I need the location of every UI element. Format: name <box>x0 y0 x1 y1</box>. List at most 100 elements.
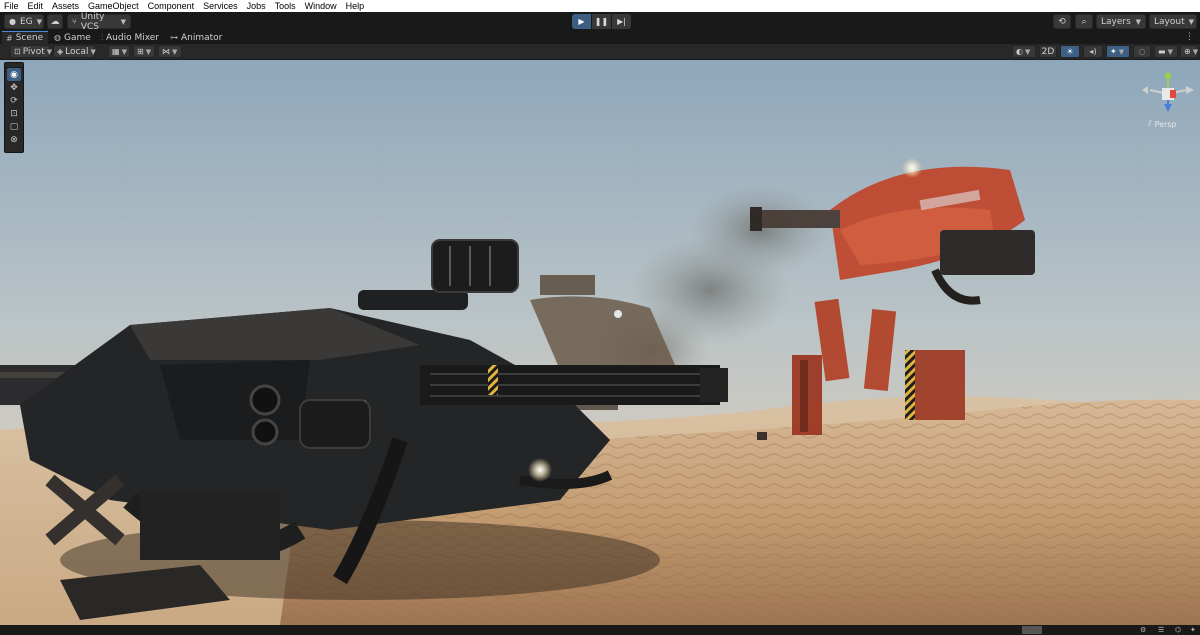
layers-label: Layers <box>1101 16 1131 27</box>
chevron-down-icon: ▼ <box>1192 47 1199 56</box>
lightbulb-icon: ☀ <box>1066 47 1074 56</box>
view-tool-button[interactable]: ◉ <box>7 68 21 81</box>
menu-file[interactable]: File <box>4 0 19 12</box>
menu-assets[interactable]: Assets <box>52 0 79 12</box>
progress-indicator <box>1022 626 1042 634</box>
local-icon: ◈ <box>57 47 64 56</box>
settings-icon[interactable]: ✦ <box>1190 626 1196 634</box>
chevron-down-icon: ▼ <box>1188 17 1194 26</box>
snap-icon: ⊞ <box>137 47 144 56</box>
play-button[interactable]: ▶ <box>572 14 591 29</box>
move-tool-button[interactable]: ✥ <box>7 81 21 94</box>
projection-toggle[interactable]: ⫽ Persp <box>1148 119 1177 129</box>
mixer-icon: ⫶ <box>101 32 103 42</box>
menu-tools[interactable]: Tools <box>275 0 296 12</box>
layout-dropdown[interactable]: Layout ▼ <box>1149 14 1197 29</box>
menu-services[interactable]: Services <box>203 0 238 12</box>
tab-audio-mixer[interactable]: ⫶ Audio Mixer <box>97 31 165 44</box>
tab-scene[interactable]: # Scene <box>2 31 48 44</box>
pivot-dropdown[interactable]: ⊡ Pivot ▼ <box>10 45 53 58</box>
vcs-dropdown[interactable]: ⑂ Unity VCS ▼ <box>67 11 131 32</box>
history-button[interactable]: ⟲ <box>1053 14 1071 29</box>
eye-icon: ◉ <box>10 69 18 80</box>
bug-icon[interactable]: ⚙ <box>1140 626 1146 634</box>
chevron-down-icon: ▼ <box>46 47 53 56</box>
chevron-down-icon: ▼ <box>1024 47 1031 56</box>
tab-animator[interactable]: ⊶ Animator <box>166 31 226 44</box>
persp-label: Persp <box>1154 119 1177 129</box>
pause-button[interactable]: ❚❚ <box>592 14 611 29</box>
rotate-icon: ⟳ <box>10 95 18 106</box>
chevron-down-icon: ▼ <box>145 47 152 56</box>
view-tabs: # Scene ◍ Game ⫶ Audio Mixer ⊶ Animator … <box>0 31 1200 44</box>
menu-edit[interactable]: Edit <box>28 0 44 12</box>
hidden-objects-toggle[interactable]: ◌ <box>1133 45 1151 58</box>
chevron-down-icon: ▼ <box>172 47 178 56</box>
menu-gameobject[interactable]: GameObject <box>88 0 139 12</box>
search-icon: ⌕ <box>1081 16 1087 27</box>
account-icon: ● <box>9 17 16 26</box>
scale-tool-button[interactable]: ⊡ <box>7 107 21 120</box>
menu-help[interactable]: Help <box>346 0 365 12</box>
effects-icon: ✦ <box>1110 47 1117 56</box>
camera-icon: ▬ <box>1158 47 1166 56</box>
draw-mode-dropdown[interactable]: ◐ ▼ <box>1012 45 1036 58</box>
audio-toggle[interactable]: ◂) <box>1083 45 1103 58</box>
step-button[interactable]: ▶| <box>612 14 631 29</box>
animator-icon: ⊶ <box>170 33 178 42</box>
cloud-button[interactable]: ☁ <box>47 14 63 29</box>
scene-render <box>0 60 1200 625</box>
tab-animator-label: Animator <box>181 32 223 43</box>
pivot-icon: ⊡ <box>14 47 21 56</box>
increment-snap-dropdown[interactable]: ⋈ ▼ <box>158 45 182 58</box>
layers-icon[interactable]: ☰ <box>1158 626 1164 634</box>
vcs-label: Unity VCS <box>80 11 105 32</box>
eye-slash-icon: ◌ <box>1138 47 1146 56</box>
gizmo-icon: ⊕ <box>1184 47 1191 56</box>
rotate-tool-button[interactable]: ⟳ <box>7 94 21 107</box>
camera-dropdown[interactable]: ▬ ▼ <box>1154 45 1178 58</box>
status-bar: ⚙ ☰ ⌬ ✦ <box>0 625 1200 635</box>
step-icon: ▶| <box>617 17 626 26</box>
account-dropdown[interactable]: ● EG ▼ <box>4 14 44 29</box>
mode-2d-label: 2D <box>1041 46 1055 57</box>
pause-icon: ❚❚ <box>594 17 609 26</box>
menu-component[interactable]: Component <box>148 0 195 12</box>
menu-jobs[interactable]: Jobs <box>247 0 266 12</box>
transform-tool-button[interactable]: ⊗ <box>7 133 21 146</box>
tab-scene-label: Scene <box>15 33 44 43</box>
scale-icon: ⊡ <box>10 108 18 119</box>
scene-toolbar: ⊡ Pivot ▼ ◈ Local ▼ ▦ ▼ ⊞ ▼ ⋈ ▼ ◐ ▼ 2D ☀… <box>0 44 1200 60</box>
menu-bar: File Edit Assets GameObject Component Se… <box>0 0 1200 12</box>
tab-audio-mixer-label: Audio Mixer <box>106 32 159 43</box>
mode-2d-toggle[interactable]: 2D <box>1039 45 1057 58</box>
more-options-icon[interactable]: ⋮ <box>1185 31 1194 44</box>
move-icon: ✥ <box>10 82 18 93</box>
projection-icon: ⫽ <box>1148 119 1152 128</box>
snap-increment-dropdown[interactable]: ⊞ ▼ <box>133 45 155 58</box>
grid-snap-dropdown[interactable]: ▦ ▼ <box>108 45 130 58</box>
network-icon[interactable]: ⌬ <box>1175 626 1181 634</box>
scene-viewport[interactable] <box>0 60 1200 625</box>
play-controls: ▶ ❚❚ ▶| <box>572 14 631 29</box>
chevron-down-icon: ▼ <box>36 17 43 26</box>
layers-dropdown[interactable]: Layers ▼ <box>1096 14 1146 29</box>
tab-game[interactable]: ◍ Game <box>50 31 96 44</box>
chevron-down-icon: ▼ <box>1167 47 1173 56</box>
search-button[interactable]: ⌕ <box>1075 14 1093 29</box>
play-icon: ▶ <box>578 17 585 26</box>
local-dropdown[interactable]: ◈ Local ▼ <box>53 45 96 58</box>
shading-icon: ◐ <box>1016 47 1023 56</box>
increment-icon: ⋈ <box>162 47 170 56</box>
gizmos-dropdown[interactable]: ⊕ ▼ <box>1180 45 1198 58</box>
grid-icon: ▦ <box>112 47 120 56</box>
menu-window[interactable]: Window <box>305 0 337 12</box>
chevron-down-icon: ▼ <box>1135 17 1141 26</box>
grid-icon: # <box>6 33 13 43</box>
chevron-down-icon: ▼ <box>121 47 127 56</box>
lighting-toggle[interactable]: ☀ <box>1060 45 1080 58</box>
effects-dropdown[interactable]: ✦ ▼ <box>1106 45 1130 58</box>
rect-tool-button[interactable]: ▢ <box>7 120 21 133</box>
chevron-down-icon: ▼ <box>1118 47 1125 56</box>
orientation-gizmo[interactable] <box>1140 66 1196 122</box>
